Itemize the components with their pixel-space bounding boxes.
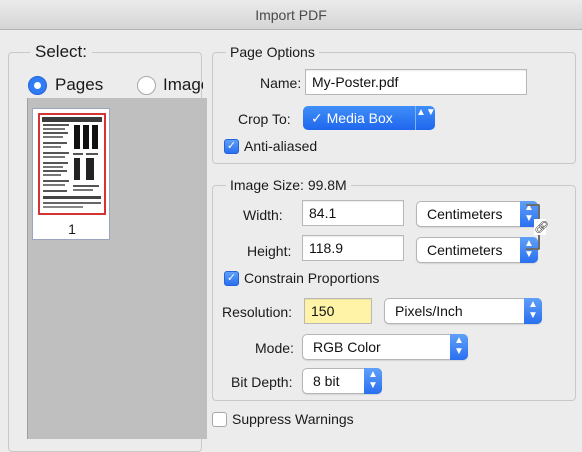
suppress-warnings-checkbox[interactable] [212,412,227,427]
page-options-title: Page Options [226,44,319,60]
height-unit-value: Centimeters [427,242,503,258]
popup-chevrons-icon: ▲▼ [450,334,468,360]
select-title: Select: [30,42,92,62]
bit-depth-label: Bit Depth: [231,374,293,390]
mode-value: RGB Color [313,339,381,355]
constrain-proportions-label[interactable]: Constrain Proportions [244,270,379,286]
suppress-warnings-label[interactable]: Suppress Warnings [232,411,354,427]
images-radio[interactable] [137,76,156,95]
bit-depth-value: 8 bit [313,373,340,389]
height-label: Height: [247,243,292,259]
popup-chevrons-icon: ▲▼ [524,298,542,324]
images-radio-label[interactable]: Images [163,75,203,95]
height-unit-popup[interactable]: Centimeters ▲ ▼ [416,237,538,263]
constrain-proportions-checkbox[interactable]: ✓ [224,271,239,286]
width-unit-value: Centimeters [427,206,503,222]
width-label: Width: [243,207,283,223]
bit-depth-popup[interactable]: 8 bit ▲ ▼ [302,368,382,394]
anti-aliased-checkbox[interactable]: ✓ [224,139,239,154]
resolution-unit-value: Pixels/Inch [395,303,463,319]
poster-preview-graphic [42,117,102,208]
name-label: Name: [260,75,302,91]
popup-chevrons-icon: ▲▼ [415,106,436,130]
window-title-bar: Import PDF [0,0,582,30]
pages-radio-label[interactable]: Pages [55,75,103,95]
width-input[interactable]: 84.1 [302,200,404,226]
crop-to-popup[interactable]: ✓ Media Box ▲▼ [303,106,436,130]
width-unit-popup[interactable]: Centimeters ▲ ▼ [416,201,538,227]
window-title: Import PDF [255,7,327,23]
page-preview-image [38,113,106,215]
resolution-input[interactable]: 150 [304,298,372,324]
page-number: 1 [68,221,76,237]
anti-aliased-label[interactable]: Anti-aliased [244,138,317,154]
chain-link-icon: 🔗︎ [534,219,550,235]
crop-to-label: Crop To: [238,111,291,127]
crop-to-value: ✓ Media Box [311,110,393,126]
page-thumbnail[interactable]: 1 [32,108,110,240]
mode-label: Mode: [255,340,294,356]
resolution-unit-popup[interactable]: Pixels/Inch ▲ ▼ [384,298,542,324]
pages-radio[interactable] [28,76,47,95]
popup-chevrons-icon: ▲▼ [364,368,382,394]
name-input[interactable]: My-Poster.pdf [305,69,527,95]
resolution-label: Resolution: [222,304,293,320]
height-input[interactable]: 118.9 [302,235,404,261]
image-size-title: Image Size: 99.8M [226,177,351,193]
mode-popup[interactable]: RGB Color ▲ ▼ [302,334,468,360]
